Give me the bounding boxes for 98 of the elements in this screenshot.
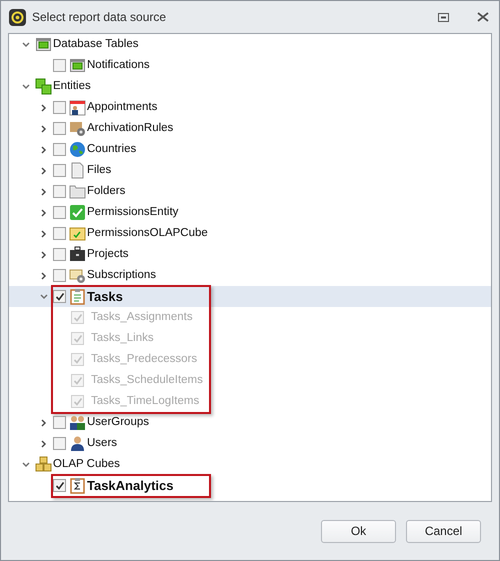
- chevron-right-icon[interactable]: [40, 440, 48, 448]
- node-label: PermissionsOLAPCube: [87, 226, 208, 241]
- chevron-right-icon[interactable]: [40, 272, 48, 280]
- briefcase-icon: [69, 246, 86, 263]
- chevron-right-icon[interactable]: [40, 418, 48, 426]
- chevron-right-icon[interactable]: [40, 208, 48, 216]
- person-icon: [69, 435, 86, 452]
- node-label: TaskAnalytics: [87, 476, 174, 495]
- tree-row[interactable]: Users: [9, 433, 491, 454]
- entities-icon: [35, 78, 52, 95]
- checkbox[interactable]: [53, 206, 66, 219]
- chevron-down-icon[interactable]: [22, 40, 30, 48]
- node-label: Countries: [87, 142, 136, 157]
- node-label: Entities: [53, 78, 91, 94]
- checkbox[interactable]: [53, 437, 66, 450]
- tree-row[interactable]: ArchivationRules: [9, 118, 491, 139]
- tree-row[interactable]: Subscriptions: [9, 265, 491, 286]
- chevron-right-icon[interactable]: [40, 166, 48, 174]
- checkbox[interactable]: [53, 122, 66, 135]
- calendar-icon: [69, 99, 86, 116]
- close-icon[interactable]: [477, 12, 489, 22]
- node-label: Database Tables: [53, 36, 138, 52]
- checkbox[interactable]: [53, 185, 66, 198]
- node-label: Files: [87, 162, 112, 178]
- tree-row[interactable]: Notifications: [9, 55, 491, 76]
- folder-icon: [69, 183, 86, 200]
- checkbox[interactable]: [53, 59, 66, 72]
- clipboard-icon: [69, 288, 86, 305]
- node-label: Tasks_ScheduleItems: [91, 372, 203, 388]
- chevron-down-icon[interactable]: [40, 292, 48, 300]
- tree-row[interactable]: PermissionsEntity: [9, 202, 491, 223]
- node-label: Tasks_Assignments: [91, 310, 193, 325]
- node-label: Tasks: [87, 288, 123, 306]
- node-label: Users: [87, 436, 118, 451]
- chevron-down-icon[interactable]: [22, 82, 30, 90]
- chevron-right-icon[interactable]: [40, 188, 48, 196]
- node-label: PermissionsEntity: [87, 204, 178, 220]
- chevron-right-icon[interactable]: [40, 124, 48, 132]
- checkbox[interactable]: [53, 248, 66, 261]
- window-title: Select report data source: [32, 9, 168, 26]
- checkmark-icon: [72, 334, 82, 344]
- tree-row[interactable]: OLAP Cubes: [9, 454, 491, 475]
- checkbox[interactable]: [53, 479, 66, 492]
- checkbox[interactable]: [53, 143, 66, 156]
- node-label: ArchivationRules: [87, 120, 174, 136]
- tree-row[interactable]: Projects: [9, 244, 491, 265]
- table-icon: [35, 36, 52, 53]
- restore-icon[interactable]: [438, 12, 449, 22]
- chevron-right-icon[interactable]: [40, 250, 48, 258]
- people-icon: [69, 414, 86, 431]
- checkbox[interactable]: [53, 164, 66, 177]
- dialog-button[interactable]: Ok: [321, 520, 396, 542]
- check-icon: [69, 204, 86, 221]
- tree-row[interactable]: Entities: [9, 76, 491, 97]
- tree-row[interactable]: Tasks: [9, 286, 491, 307]
- checkbox[interactable]: [53, 101, 66, 114]
- tree-row[interactable]: Folders: [9, 181, 491, 202]
- checkmark-icon: [72, 354, 82, 364]
- file-icon: [69, 162, 86, 179]
- app-logo-icon: [9, 8, 26, 26]
- box-gear-icon: [69, 120, 86, 137]
- checkbox[interactable]: [53, 227, 66, 240]
- node-label: Subscriptions: [87, 268, 156, 283]
- globe-icon: [69, 141, 86, 158]
- table-icon: [69, 57, 86, 74]
- tree-row[interactable]: Appointments: [9, 97, 491, 118]
- tree-row[interactable]: TaskAnalytics: [9, 475, 491, 496]
- sigma-clipboard-icon: [69, 477, 86, 494]
- node-label: UserGroups: [87, 414, 149, 430]
- node-label: Appointments: [87, 100, 158, 115]
- chevron-right-icon[interactable]: [40, 146, 48, 154]
- node-label: Tasks_Predecessors: [91, 352, 198, 367]
- dialog-button[interactable]: Cancel: [406, 520, 481, 542]
- checkmark-icon: [54, 292, 64, 302]
- checkmark-icon: [72, 312, 82, 322]
- node-label: Tasks_Links: [91, 330, 154, 346]
- tree-row[interactable]: Countries: [9, 139, 491, 160]
- chevron-down-icon[interactable]: [22, 460, 30, 468]
- tree-row[interactable]: Database Tables: [9, 34, 491, 55]
- boxes-icon: [35, 456, 52, 473]
- node-label: Notifications: [87, 58, 150, 73]
- node-label: Projects: [87, 246, 129, 262]
- tree-row[interactable]: PermissionsOLAPCube: [9, 223, 491, 244]
- chevron-right-icon[interactable]: [40, 104, 48, 112]
- box-check-icon: [69, 225, 86, 242]
- node-label: Folders: [87, 184, 126, 199]
- checkbox[interactable]: [53, 416, 66, 429]
- chevron-right-icon[interactable]: [40, 230, 48, 238]
- node-label: Tasks_TimeLogItems: [91, 394, 200, 409]
- checkmark-icon: [54, 480, 64, 490]
- tree-row[interactable]: UserGroups: [9, 412, 491, 433]
- checkbox[interactable]: [53, 269, 66, 282]
- tree-row[interactable]: Files: [9, 160, 491, 181]
- envelope-gear-icon: [69, 267, 86, 284]
- node-label: OLAP Cubes: [53, 456, 120, 472]
- checkmark-icon: [72, 376, 82, 386]
- checkmark-icon: [72, 396, 82, 406]
- checkbox[interactable]: [53, 290, 66, 303]
